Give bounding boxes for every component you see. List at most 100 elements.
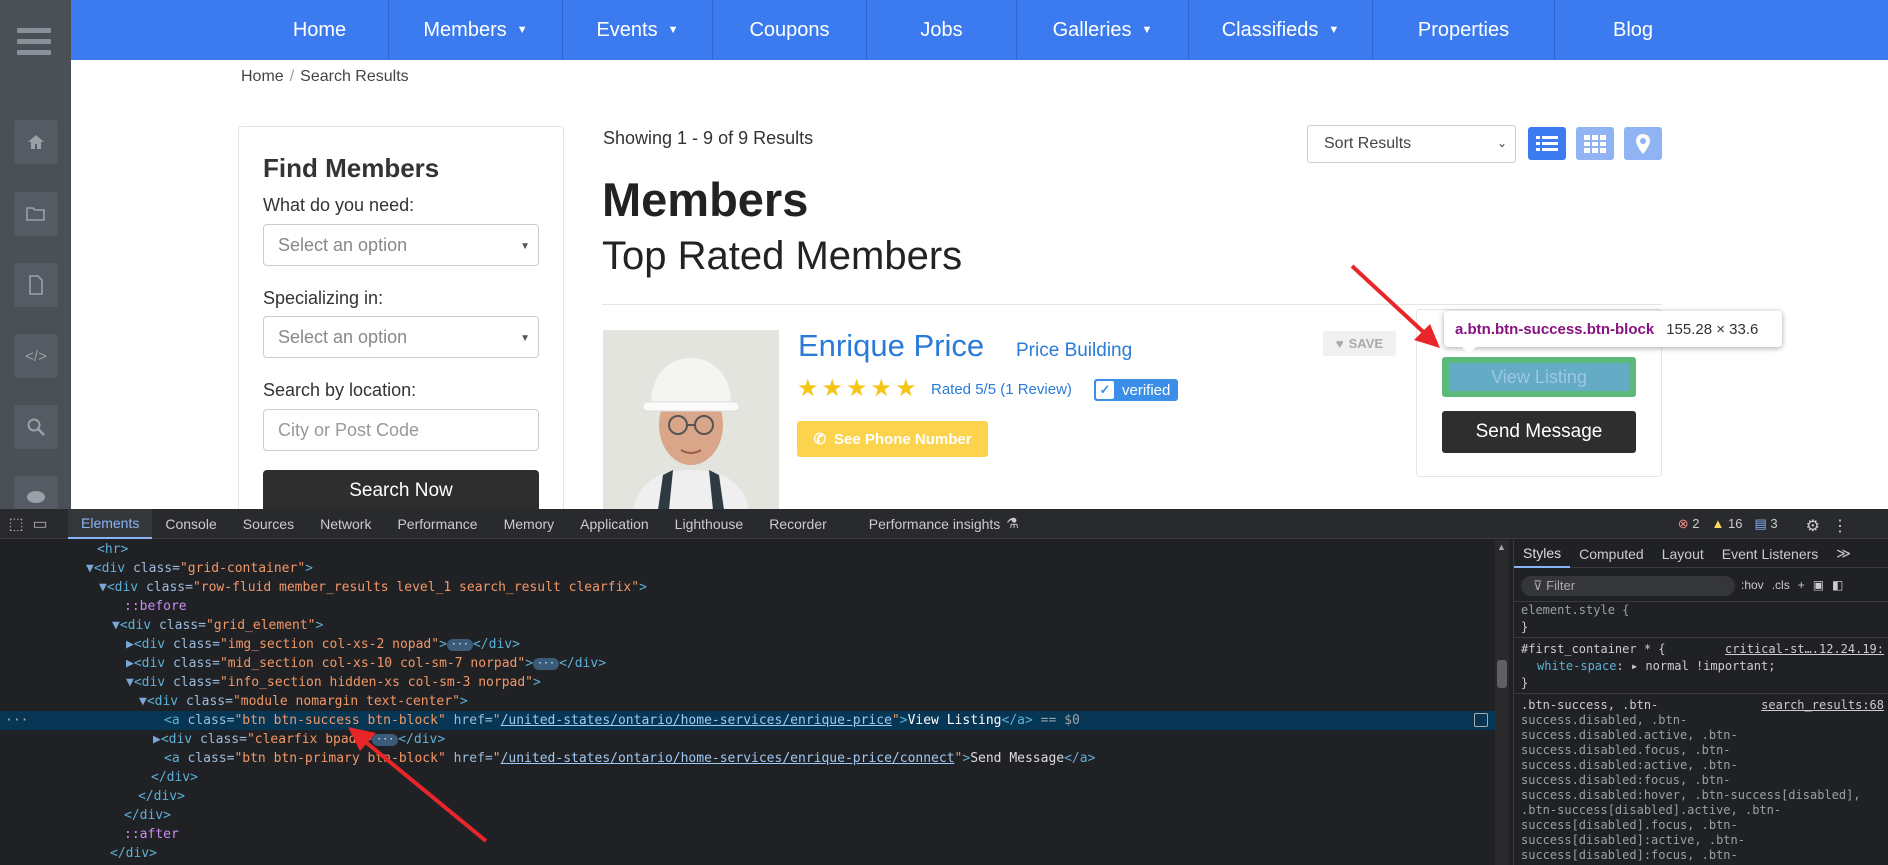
member-photo[interactable] [603,330,779,509]
tab-performance-insights[interactable]: Performance insights ⚗ [856,509,1032,539]
dom-line[interactable]: ▶<div class="clearfix bpad"> ··· </div> [153,730,445,749]
dom-line[interactable]: ▼<div class="info_section hidden-xs col-… [126,673,541,692]
device-toolbar-icon[interactable]: ▭ [28,514,52,534]
nav-jobs[interactable]: Jobs [867,0,1017,60]
nav-properties[interactable]: Properties [1373,0,1555,60]
cls-toggle[interactable]: .cls [1772,578,1790,592]
breadcrumb-home[interactable]: Home [241,68,284,85]
dom-line[interactable]: ▼<div class="module nomargin text-center… [139,692,468,711]
rule-selector-line[interactable]: success.disabled, .btn- [1521,713,1687,728]
tab-styles[interactable]: Styles [1514,540,1571,568]
dom-line[interactable]: </div> [124,806,171,825]
more-dots-icon[interactable]: ··· [5,711,28,730]
specializing-select[interactable]: Select an option ▼ [263,316,539,358]
tab-application[interactable]: Application [567,509,662,539]
dom-line-selected[interactable]: ··· <a class="btn btn-success btn-block"… [0,711,1495,730]
dom-line[interactable]: <hr> [97,540,128,559]
inspect-element-icon[interactable]: ⬚ [4,514,28,534]
dom-line[interactable]: ▼<div class="grid-container"> [86,559,313,578]
folder-icon[interactable] [14,192,58,236]
view-listing-button[interactable]: View Listing [1442,357,1636,397]
rule-selector-line[interactable]: success[disabled]:active, .btn- [1521,833,1745,848]
grid-view-icon[interactable] [1576,127,1614,160]
tab-elements[interactable]: Elements [68,509,153,539]
rule-selector-line[interactable]: success.disabled:active, .btn- [1521,758,1738,773]
dom-line[interactable]: ▼<div class="grid_element"> [112,616,323,635]
nav-members[interactable]: Members ▼ [389,0,563,60]
expand-triangle-icon[interactable]: ▼ [99,580,107,595]
rule-selector-line[interactable]: .btn-success, .btn- [1521,698,1658,713]
tab-layout[interactable]: Layout [1653,540,1713,568]
ellipsis-icon[interactable]: ··· [372,733,399,746]
code-icon[interactable]: </> [14,334,58,378]
dom-line[interactable]: </div> [151,768,198,787]
dom-scrollbar[interactable]: ▲ [1495,540,1509,865]
dom-link[interactable]: /united-states/ontario/home-services/enr… [501,713,892,728]
rule-selector-line[interactable]: success[disabled]:focus, .btn- [1521,848,1738,863]
collapse-triangle-icon[interactable]: ▶ [126,656,134,671]
tab-memory[interactable]: Memory [491,509,568,539]
tab-event-listeners[interactable]: Event Listeners [1713,540,1828,568]
dom-line[interactable]: </div> [110,844,157,863]
more-tabs-icon[interactable]: ≫ [1827,540,1860,568]
map-marker-icon[interactable] [1624,127,1662,160]
element-style-rule[interactable]: element.style { [1521,603,1629,618]
home-icon[interactable] [14,120,58,164]
file-icon[interactable] [14,263,58,307]
devtools-status[interactable]: ⊗ 2 ▲ 16 ▤ 3 ⚙ ⋮ [1678,516,1848,536]
ellipsis-icon[interactable]: ··· [446,638,473,651]
rule-declaration[interactable]: white-space: ▸ normal !important; [1537,659,1775,674]
nav-galleries[interactable]: Galleries ▼ [1017,0,1189,60]
paint-icon[interactable]: ▣ [1813,578,1824,592]
nav-classifieds[interactable]: Classifieds ▼ [1189,0,1373,60]
tab-network[interactable]: Network [307,509,384,539]
dom-line[interactable]: </div> [138,787,185,806]
tab-lighthouse[interactable]: Lighthouse [662,509,757,539]
expand-triangle-icon[interactable]: ▼ [126,675,134,690]
expand-triangle-icon[interactable]: ▼ [112,618,120,633]
zoom-icon[interactable] [14,405,58,449]
collapse-triangle-icon[interactable]: ▶ [126,637,134,652]
tab-console[interactable]: Console [152,509,229,539]
hov-toggle[interactable]: :hov [1741,578,1764,592]
rule-selector-line[interactable]: success.disabled.focus, .btn- [1521,743,1731,758]
tab-sources[interactable]: Sources [230,509,307,539]
rule-selector-line[interactable]: success.disabled:focus, .btn- [1521,773,1731,788]
ellipsis-icon[interactable]: ··· [533,657,560,670]
sort-select[interactable]: Sort Results ⌄ [1307,125,1516,163]
nav-coupons[interactable]: Coupons [713,0,867,60]
dom-line[interactable]: <a class="btn btn-primary btn-block" hre… [164,749,1095,768]
settings-gear-icon[interactable]: ⚙ [1806,516,1820,536]
need-select[interactable]: Select an option ▼ [263,224,539,266]
dom-line[interactable]: ::before [124,597,187,616]
send-message-button[interactable]: Send Message [1442,411,1636,453]
sidebar-toggle-icon[interactable]: ◧ [1832,578,1843,592]
rating-link[interactable]: Rated 5/5 (1 Review) [931,381,1072,398]
tab-computed[interactable]: Computed [1570,540,1653,568]
add-rule-icon[interactable]: + [1798,578,1805,592]
dom-link[interactable]: /united-states/ontario/home-services/enr… [501,751,955,766]
dom-line[interactable]: ::after [124,825,179,844]
save-button[interactable]: ♥ SAVE [1323,331,1396,356]
see-phone-button[interactable]: ✆ See Phone Number [797,421,988,457]
styles-filter-input[interactable]: ⊽ Filter [1521,576,1735,596]
more-options-icon[interactable]: ⋮ [1832,516,1848,536]
location-input[interactable]: City or Post Code [263,409,539,451]
collapse-triangle-icon[interactable]: ▶ [153,732,161,747]
scroll-up-icon[interactable]: ▲ [1497,542,1506,552]
dom-line[interactable]: ▶<div class="img_section col-xs-2 nopad"… [126,635,520,654]
rule-selector[interactable]: #first_container * { [1521,642,1666,657]
member-name-link[interactable]: Enrique Price [798,328,984,364]
scrollbar-thumb[interactable] [1497,660,1507,688]
nav-blog[interactable]: Blog [1555,0,1711,60]
tab-recorder[interactable]: Recorder [756,509,840,539]
expand-triangle-icon[interactable]: ▼ [86,561,94,576]
rule-selector-line[interactable]: success.disabled:hover, .btn-success[dis… [1521,788,1861,803]
rule-source-link[interactable]: critical-st….12.24.19: [1725,642,1884,656]
dom-line[interactable]: ▶<div class="mid_section col-xs-10 col-s… [126,654,606,673]
search-now-button[interactable]: Search Now [263,470,539,509]
list-view-icon[interactable] [1528,127,1566,160]
member-company-link[interactable]: Price Building [1016,340,1132,362]
rule-selector-line[interactable]: success[disabled].focus, .btn- [1521,818,1738,833]
nav-events[interactable]: Events ▼ [563,0,713,60]
